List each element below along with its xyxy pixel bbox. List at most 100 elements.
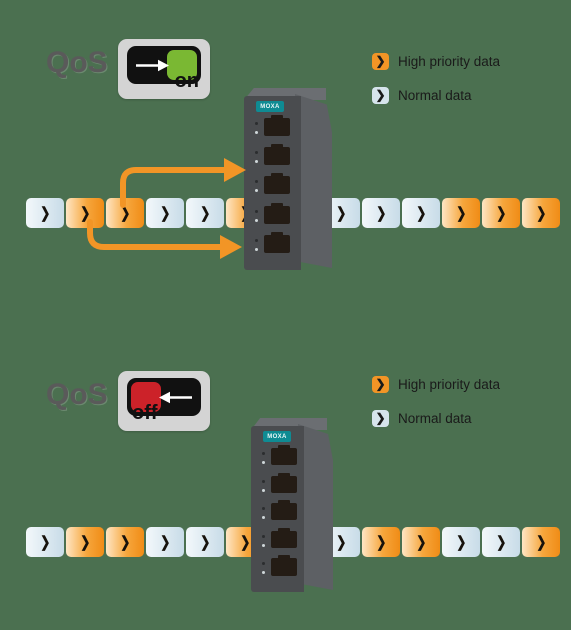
moxa-logo: MOXA bbox=[256, 101, 284, 112]
chevron-right-icon: ❯ bbox=[159, 533, 171, 551]
port-clip bbox=[278, 555, 290, 560]
port-clip bbox=[271, 115, 283, 119]
ethernet-port bbox=[264, 144, 290, 166]
legend-item-normal: ❯ Normal data bbox=[372, 84, 500, 106]
port-led-indicator bbox=[262, 543, 265, 547]
data-stream-incoming-on: ❯❯❯❯❯❯ bbox=[26, 198, 266, 228]
port-led-indicator bbox=[255, 209, 258, 213]
port-clip bbox=[278, 527, 290, 532]
ethernet-port bbox=[271, 445, 297, 466]
incoming-packet: ❯ bbox=[106, 527, 144, 557]
incoming-packet: ❯ bbox=[26, 198, 64, 228]
chevron-right-icon: ❯ bbox=[39, 204, 51, 222]
ethernet-port bbox=[264, 231, 290, 253]
port-led-indicator bbox=[262, 479, 265, 483]
legend-on: ❯ High priority data ❯ Normal data bbox=[372, 50, 500, 118]
qos-label-on: QoS bbox=[46, 46, 108, 79]
chevron-right-icon: ❯ bbox=[79, 204, 91, 222]
qos-off-panel: QoS off ❯ High priority data ❯ Normal da… bbox=[0, 315, 571, 630]
data-stream-incoming-off: ❯ ❯ ❯ ❯ ❯ ❯ bbox=[26, 527, 266, 557]
outgoing-packet: ❯ bbox=[362, 527, 400, 557]
chevron-right-icon: ❯ bbox=[415, 533, 427, 551]
ethernet-port bbox=[271, 527, 297, 548]
chevron-right-icon: ❯ bbox=[455, 204, 467, 222]
legend-off: ❯ High priority data ❯ Normal data bbox=[372, 373, 500, 441]
chevron-right-icon: ❯ bbox=[375, 533, 387, 551]
port-led-indicator bbox=[255, 247, 258, 251]
outgoing-packet: ❯ bbox=[402, 198, 440, 228]
port-led-indicator bbox=[262, 507, 265, 511]
toggle-state-on: on bbox=[174, 70, 199, 92]
incoming-packet: ❯ bbox=[146, 198, 184, 228]
port-led-indicator bbox=[255, 160, 258, 164]
chevron-right-icon: ❯ bbox=[495, 204, 507, 222]
qos-toggle-off[interactable]: off bbox=[118, 371, 210, 431]
port-led-indicator bbox=[262, 571, 265, 575]
toggle-state-off: off bbox=[132, 402, 158, 424]
port-led-indicator bbox=[262, 562, 265, 566]
device-front-face: MOXA bbox=[244, 96, 301, 270]
port-clip bbox=[271, 231, 283, 236]
arrow-left-icon bbox=[159, 391, 192, 404]
chevron-right-icon: ❯ bbox=[159, 204, 171, 222]
chevron-right-icon: ❯ bbox=[119, 533, 131, 551]
port-led-indicator bbox=[255, 218, 258, 222]
port-led-indicator bbox=[262, 488, 265, 492]
ethernet-port bbox=[271, 472, 297, 493]
chevron-right-icon: ❯ bbox=[535, 204, 547, 222]
moxa-logo-text: MOXA bbox=[260, 103, 280, 110]
incoming-packet: ❯ bbox=[186, 198, 224, 228]
chevron-right-icon: ❯ bbox=[335, 533, 347, 551]
chevron-right-icon: ❯ bbox=[535, 533, 547, 551]
legend-label-normal: Normal data bbox=[398, 87, 472, 103]
data-stream-outgoing-on: ❯ ❯ ❯ ❯ ❯ ❯ bbox=[322, 198, 562, 228]
chevron-right-icon: ❯ bbox=[372, 52, 389, 70]
data-stream-outgoing-off: ❯ ❯ ❯ ❯ ❯ ❯ bbox=[322, 527, 562, 557]
port-led-indicator bbox=[255, 131, 258, 134]
incoming-packet: ❯ bbox=[66, 527, 104, 557]
port-led-indicator bbox=[255, 180, 258, 184]
port-clip bbox=[278, 500, 290, 505]
legend-item-high-priority: ❯ High priority data bbox=[372, 50, 500, 72]
chevron-right-icon: ❯ bbox=[372, 375, 389, 393]
outgoing-packet: ❯ bbox=[362, 198, 400, 228]
outgoing-packet: ❯ bbox=[442, 198, 480, 228]
qos-label-off: QoS bbox=[46, 378, 108, 411]
chevron-right-icon: ❯ bbox=[372, 86, 389, 104]
outgoing-packet: ❯ bbox=[482, 198, 520, 228]
chevron-right-icon: ❯ bbox=[79, 533, 91, 551]
ethernet-port bbox=[271, 500, 297, 521]
legend-item-normal: ❯ Normal data bbox=[372, 407, 500, 429]
port-led-indicator bbox=[255, 189, 258, 193]
outgoing-packet: ❯ bbox=[482, 527, 520, 557]
legend-item-high-priority: ❯ High priority data bbox=[372, 373, 500, 395]
moxa-switch-on: MOXA bbox=[240, 88, 332, 276]
device-front-face: MOXA bbox=[251, 426, 304, 592]
legend-label-normal: Normal data bbox=[398, 410, 472, 426]
port-led-indicator bbox=[255, 151, 258, 155]
incoming-packet: ❯ bbox=[26, 527, 64, 557]
ethernet-port bbox=[264, 173, 290, 195]
port-led-indicator bbox=[262, 461, 265, 464]
port-clip bbox=[271, 144, 283, 149]
legend-label-high-priority: High priority data bbox=[398, 53, 501, 69]
moxa-switch-off: MOXA bbox=[247, 418, 333, 598]
port-led-indicator bbox=[262, 516, 265, 520]
moxa-logo-text: MOXA bbox=[267, 433, 287, 440]
ethernet-port bbox=[264, 202, 290, 224]
outgoing-packet: ❯ bbox=[522, 198, 560, 228]
port-led-indicator bbox=[255, 238, 258, 242]
qos-on-panel: QoS on ❯ High priority data ❯ Normal dat… bbox=[0, 0, 571, 315]
port-clip bbox=[271, 202, 283, 207]
chevron-right-icon: ❯ bbox=[375, 204, 387, 222]
port-led-indicator bbox=[262, 452, 265, 455]
outgoing-packet: ❯ bbox=[522, 527, 560, 557]
incoming-packet: ❯ bbox=[106, 198, 144, 228]
chevron-right-icon: ❯ bbox=[455, 533, 467, 551]
qos-toggle-on[interactable]: on bbox=[118, 39, 210, 99]
arrow-right-icon bbox=[136, 59, 169, 72]
chevron-right-icon: ❯ bbox=[372, 409, 389, 427]
chevron-right-icon: ❯ bbox=[199, 204, 211, 222]
incoming-packet: ❯ bbox=[66, 198, 104, 228]
legend-label-high-priority: High priority data bbox=[398, 376, 501, 392]
